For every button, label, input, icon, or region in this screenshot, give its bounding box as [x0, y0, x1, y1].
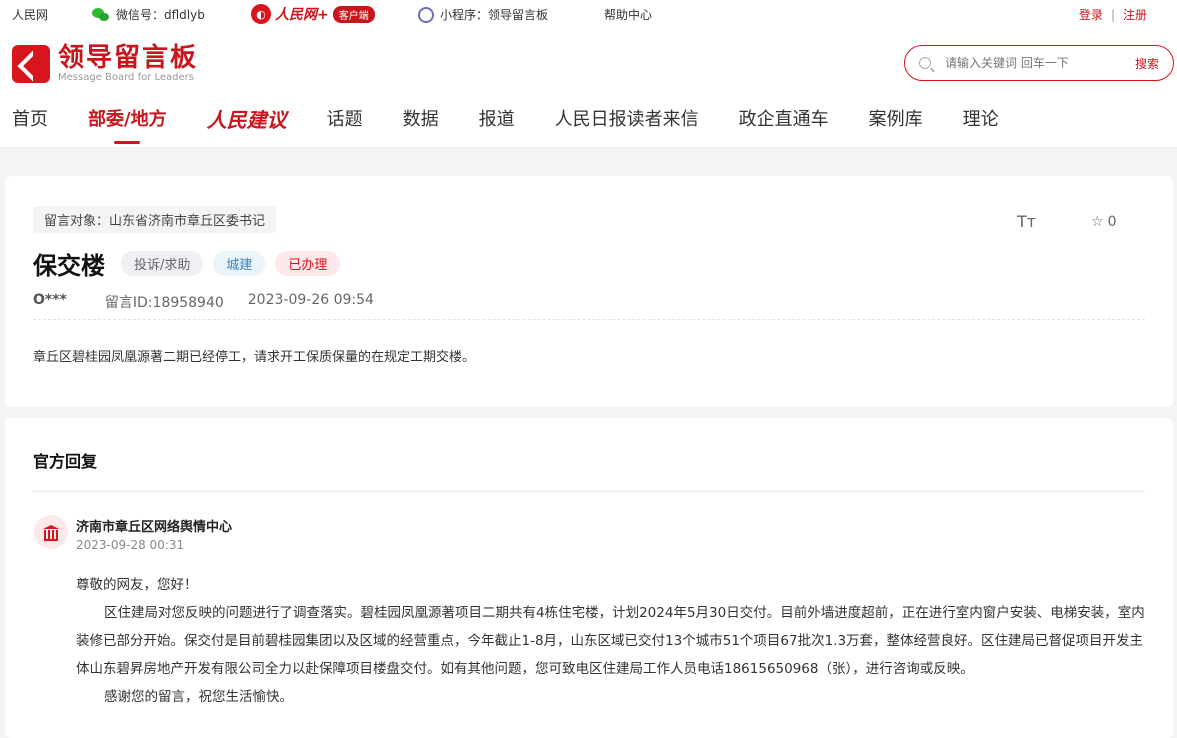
divider: [33, 491, 1145, 492]
wechat-icon: [92, 7, 110, 22]
main-nav: 首页 部委/地方 人民建议 话题 数据 报道 人民日报读者来信 政企直通车 案例…: [0, 108, 1039, 148]
nav-data[interactable]: 数据: [403, 108, 439, 148]
nav-people-suggestion[interactable]: 人民建议: [207, 108, 287, 148]
mini-program-icon: [418, 6, 434, 23]
nav-cases[interactable]: 案例库: [869, 108, 923, 148]
wechat-account[interactable]: 微信号：dfldlyb: [92, 6, 205, 23]
site-logo[interactable]: 领导留言板 Message Board for Leaders: [12, 44, 198, 83]
help-center-link[interactable]: 帮助中心: [604, 6, 652, 23]
title-row: 保交楼 投诉/求助 城建 已办理: [33, 246, 350, 281]
nav-topics[interactable]: 话题: [327, 108, 363, 148]
message-content: 章丘区碧桂园凤凰源著二期已经停工，请求开工保质保量的在规定工期交楼。: [33, 350, 476, 365]
message-card: 留言对象：山东省济南市章丘区委书记 Tт ☆ 0 保交楼 投诉/求助 城建 已办…: [5, 176, 1173, 407]
message-id: 留言ID:18958940: [104, 295, 224, 311]
reply-time: 2023-09-28 00:31: [76, 538, 185, 552]
nav-enterprise[interactable]: 政企直通车: [739, 108, 829, 148]
mini-program-link[interactable]: 小程序：领导留言板: [418, 6, 548, 23]
message-title: 保交楼: [33, 252, 105, 280]
message-target: 留言对象：山东省济南市章丘区委书记: [33, 206, 277, 233]
wechat-label: 微信号：dfldlyb: [116, 8, 205, 22]
reply-org: 济南市章丘区网络舆情中心: [76, 520, 233, 535]
reply-heading: 官方回复: [33, 452, 98, 471]
nav-theory[interactable]: 理论: [963, 108, 999, 148]
reply-closing: 感谢您的留言，祝您生活愉快。: [104, 689, 293, 705]
reply-card: 官方回复 济南市章丘区网络舆情中心 2023-09-28 00:31 尊敬的网友…: [5, 418, 1173, 738]
favorite-button[interactable]: ☆ 0: [1091, 214, 1116, 230]
star-icon: ☆: [1091, 214, 1104, 230]
nav-reports[interactable]: 报道: [479, 108, 515, 148]
logo-subtitle: Message Board for Leaders: [58, 72, 195, 83]
reply-body: 尊敬的网友，您好！ 区住建局对您反映的问题进行了调查落实。碧桂园凤凰源著项目二期…: [76, 571, 1146, 711]
people-daily-link[interactable]: 人民网: [12, 6, 48, 23]
top-bar: 人民网 微信号：dfldlyb ◐ 人民网+ 客户端 小程序：领导留言板 帮助中…: [0, 0, 1177, 28]
message-meta: O*** 留言ID:18958940 2023-09-26 09:54: [33, 292, 374, 312]
reply-greeting: 尊敬的网友，您好！: [76, 577, 198, 593]
auth-divider: |: [1110, 8, 1115, 22]
auth-links: 登录 | 注册: [1079, 6, 1147, 23]
tag-status: 已办理: [275, 251, 341, 276]
login-link[interactable]: 登录: [1079, 8, 1103, 22]
nav-home[interactable]: 首页: [12, 108, 48, 148]
search-icon: [919, 57, 931, 69]
search-box: 搜索: [904, 45, 1174, 81]
message-user: O***: [33, 292, 67, 308]
tag-type: 投诉/求助: [121, 251, 204, 276]
org-avatar: [34, 515, 68, 549]
divider: [33, 319, 1145, 320]
client-logo-icon: ◐: [251, 4, 271, 24]
logo-title: 领导留言板: [58, 43, 199, 73]
search-input[interactable]: [945, 56, 1135, 70]
site-header: 领导留言板 Message Board for Leaders 搜索 首页 部委…: [0, 28, 1177, 148]
register-link[interactable]: 注册: [1123, 8, 1147, 22]
favorite-count: 0: [1107, 214, 1117, 230]
nav-ministries[interactable]: 部委/地方: [88, 108, 167, 148]
client-badge: 客户端: [332, 5, 375, 23]
client-name: 人民网+: [275, 7, 329, 23]
nav-reader-letters[interactable]: 人民日报读者来信: [555, 108, 699, 148]
logo-mark-icon: [12, 44, 50, 83]
client-app-link[interactable]: ◐ 人民网+ 客户端: [251, 4, 375, 24]
font-size-icon[interactable]: Tт: [1017, 212, 1036, 231]
reply-text: 区住建局对您反映的问题进行了调查落实。碧桂园凤凰源著项目二期共有4栋住宅楼，计划…: [76, 605, 1145, 677]
mini-program-label: 小程序：领导留言板: [440, 8, 549, 22]
tag-field: 城建: [213, 251, 266, 276]
government-building-icon: [43, 525, 59, 541]
search-button[interactable]: 搜索: [1135, 55, 1159, 72]
message-time: 2023-09-26 09:54: [247, 292, 374, 308]
